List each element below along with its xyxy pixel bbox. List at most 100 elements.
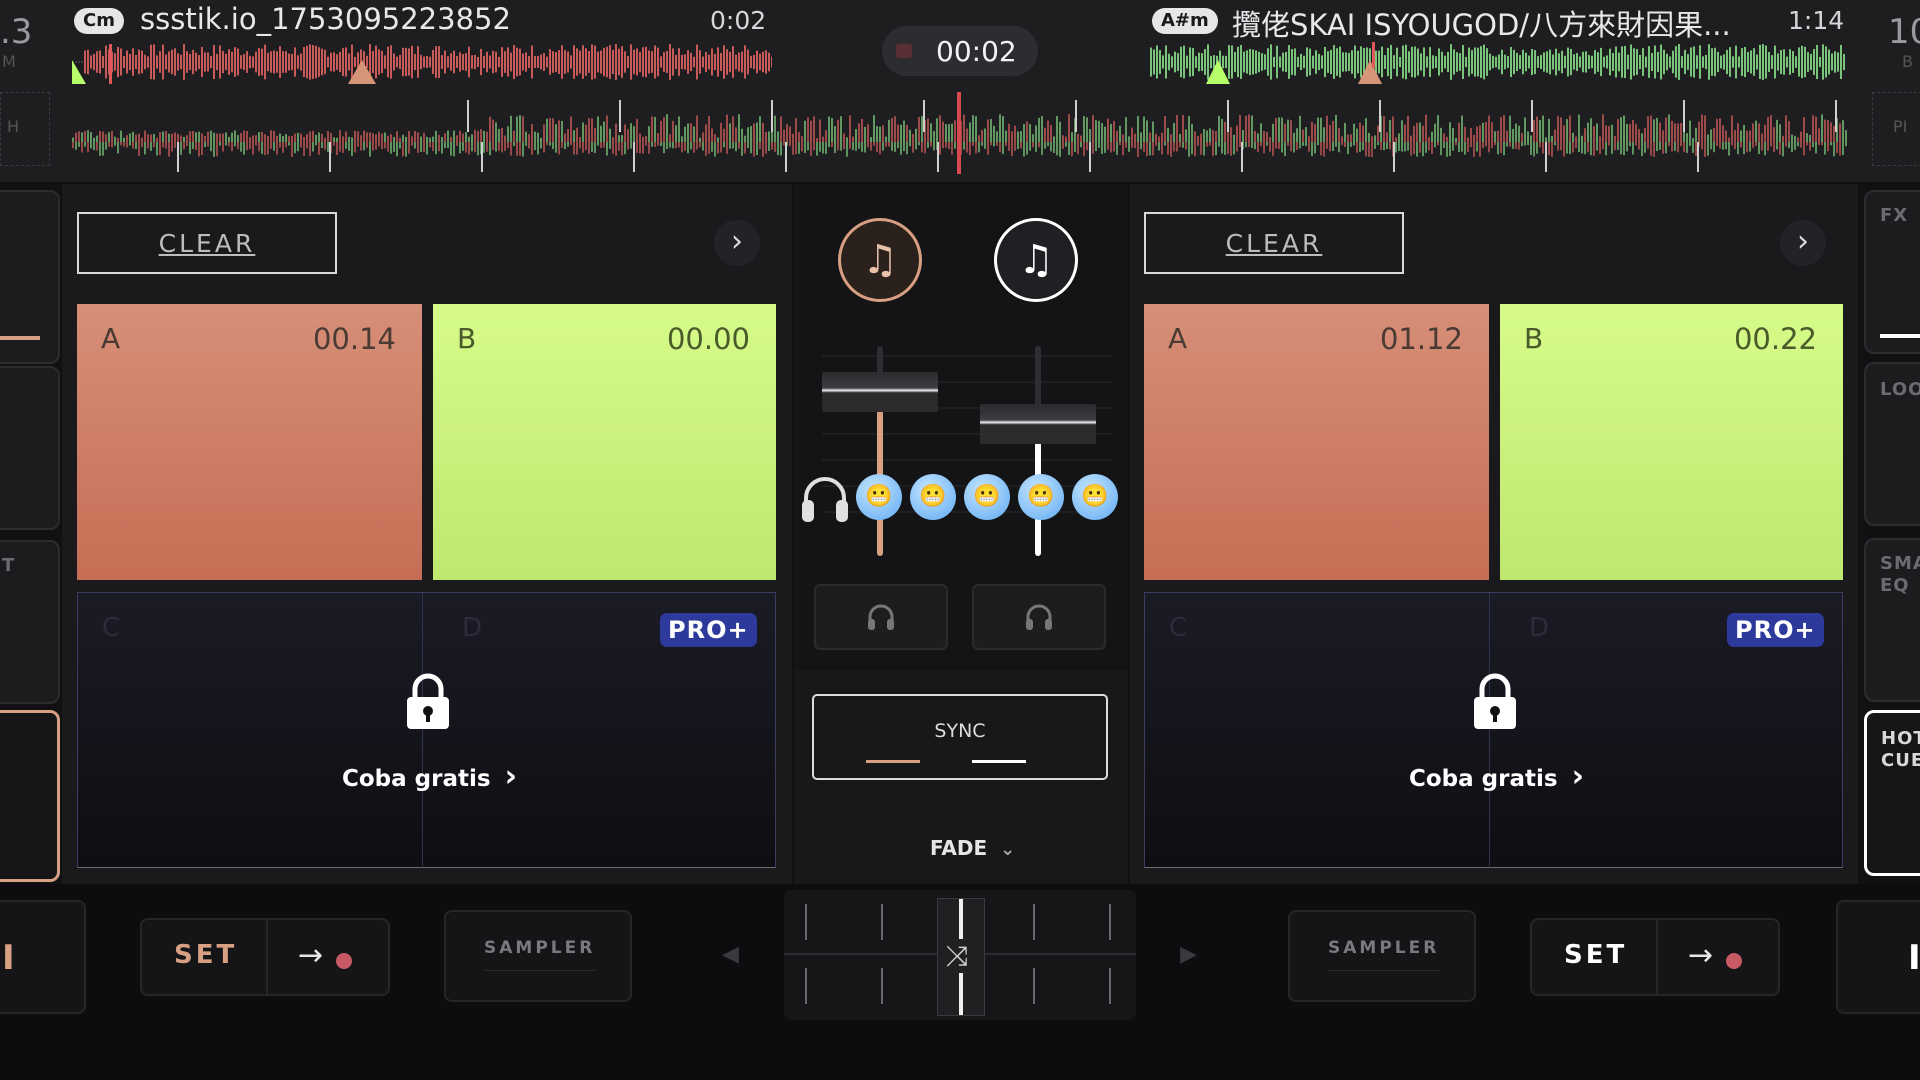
fade-dropdown[interactable]: FADE ⌄ [930,836,1015,860]
waveform-bar [1338,128,1340,142]
left-side-button-2[interactable] [0,366,60,530]
waveform-bar [285,51,287,73]
crossfader-handle[interactable]: ⤨ [937,898,985,1016]
waveform-bar [738,114,740,142]
right-set-button[interactable]: SET [1564,940,1627,970]
right-headphone-cue-button[interactable] [972,584,1106,650]
waveform-bar [795,142,797,155]
try-free-link[interactable]: Coba gratis › [1409,759,1584,794]
waveform-bar [1638,142,1640,150]
crossfader-left-arrow[interactable]: ◀ [722,942,739,967]
right-track-title[interactable]: 攬佬SKAI ISYOUGOD/八方來財因果... [1232,2,1772,44]
waveform-bar [366,132,368,142]
left-hotcue-button[interactable] [0,710,60,882]
waveform-bar [147,142,149,149]
right-pad-a[interactable]: A 01.12 [1144,304,1489,580]
left-clear-button[interactable]: CLEAR [77,212,337,274]
waveform-bar [1836,142,1838,154]
left-next-button[interactable]: › [714,220,760,266]
waveform-bar [885,136,887,142]
right-mini-waveform[interactable] [1150,40,1846,84]
waveform-bar [813,142,815,151]
left-side-button-3[interactable]: T [0,540,60,704]
left-pad-a[interactable]: A 00.14 [77,304,422,580]
waveform-bar [78,131,80,142]
left-play-button[interactable]: I [0,900,86,1014]
recording-timer[interactable]: 00:02 [882,26,1038,76]
waveform-bar [1008,123,1010,142]
waveform-bar [669,142,671,148]
left-pad-b[interactable]: B 00.00 [433,304,776,580]
left-fader-handle[interactable] [822,371,938,412]
try-free-label: Coba gratis [342,766,491,792]
waveform-bar [1770,115,1772,142]
waveform-bar [1650,142,1652,156]
right-play-button[interactable]: I [1836,900,1920,1014]
smart-eq-button[interactable]: SMA EQ [1864,538,1920,702]
waveform-bar [1207,44,1209,80]
waveform-bar [495,51,497,73]
waveform-bar [1251,142,1253,148]
left-locked-pads[interactable]: C D PRO+ Coba gratis › [77,592,776,869]
waveform-bar [654,116,656,142]
left-edge-box[interactable]: H [0,92,50,166]
waveform-bar [738,142,740,149]
waveform-bar [561,120,563,142]
sync-button[interactable]: SYNC [812,694,1108,780]
waveform-bar [1492,55,1494,69]
waveform-bar [267,142,269,155]
waveform-bar [1761,142,1763,151]
left-set-record-button[interactable]: → [298,938,353,973]
right-set-record-button[interactable]: → [1688,938,1743,973]
left-library-button[interactable]: ♫ [838,218,922,302]
waveform-bar [1269,142,1271,152]
waveform-bar [696,44,698,80]
crossfader-right-arrow[interactable]: ▶ [1180,942,1197,967]
left-mini-waveform[interactable] [72,40,772,84]
hot-cue-button[interactable]: HOT CUE [1864,710,1920,876]
waveform-bar [1206,130,1208,142]
right-pad-b[interactable]: B 00.22 [1500,304,1843,580]
sampler-underline [1328,970,1440,971]
waveform-bar [1584,128,1586,142]
waveform-bar [1833,142,1835,157]
pad-letter: A [101,322,121,355]
waveform-bar [903,142,905,152]
waveform-bar [612,137,614,142]
left-sampler-button[interactable]: SAMPLER [444,910,632,1002]
right-fader-handle[interactable] [980,403,1096,444]
waveform-bar [324,137,326,142]
waveform-bar [555,124,557,142]
fx-button[interactable]: FX [1864,190,1920,354]
right-clear-button[interactable]: CLEAR [1144,212,1404,274]
waveform-bar [1497,142,1499,155]
right-sampler-button[interactable]: SAMPLER [1288,910,1476,1002]
loop-button[interactable]: LOO [1864,362,1920,526]
waveform-bar [1125,142,1127,148]
waveform-bar [144,54,146,70]
left-volume-fader[interactable] [822,346,938,556]
waveform-bar [81,142,83,153]
waveform-bar [1462,45,1464,79]
left-headphone-cue-button[interactable] [814,584,948,650]
waveform-bar [1408,51,1410,73]
waveform-bar [996,142,998,146]
crossfader[interactable]: ⤨ [784,890,1136,1020]
right-next-button[interactable]: › [1780,220,1826,266]
right-library-button[interactable]: ♫ [994,218,1078,302]
try-free-link[interactable]: Coba gratis › [342,759,517,794]
waveform-bar [210,55,212,69]
right-volume-fader[interactable] [980,346,1096,556]
waveform-bar [519,48,521,76]
waveform-bar [219,45,221,79]
right-edge-box[interactable]: PI [1872,92,1920,166]
waveform-bar [1636,49,1638,75]
waveform-bar [1708,44,1710,80]
left-set-button[interactable]: SET [174,940,237,970]
waveform-bar [1387,47,1389,77]
right-locked-pads[interactable]: C D PRO+ Coba gratis › [1144,592,1843,869]
left-track-title[interactable]: ssstik.io_1753095223852 [140,2,660,36]
waveform-bar [1095,142,1097,152]
waveform-bar [1771,55,1773,69]
main-waveform[interactable] [72,92,1848,174]
